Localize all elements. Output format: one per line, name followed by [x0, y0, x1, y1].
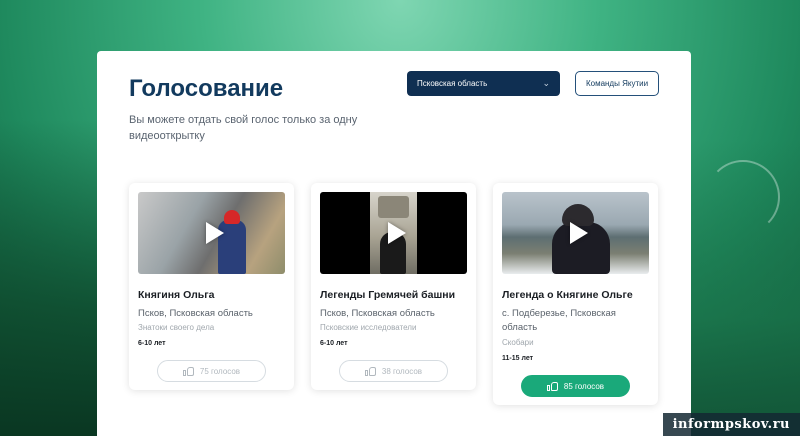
watermark: informpskov.ru: [662, 413, 800, 436]
card-age: 6-10 лет: [138, 340, 166, 347]
background-swirl: [706, 160, 780, 234]
voting-panel: Голосование Вы можете отдать свой голос …: [97, 51, 691, 436]
vote-count: 85 голосов: [563, 381, 605, 391]
card-title: Легенда о Княгине Ольге: [502, 289, 633, 301]
card-age: 11-15 лет: [502, 355, 534, 362]
card-team: Знатоки своего дела: [138, 323, 215, 332]
card-team: Скобари: [502, 338, 534, 347]
play-icon[interactable]: [387, 222, 406, 244]
page-subtitle: Вы можете отдать свой голос только за од…: [129, 114, 358, 142]
vote-button[interactable]: 38 голосов: [339, 360, 448, 382]
card-title: Княгиня Ольга: [138, 289, 215, 301]
like-icon: [364, 366, 376, 376]
vote-button[interactable]: 75 голосов: [157, 360, 266, 382]
thumbnail-hat: [224, 210, 240, 224]
vote-count: 75 голосов: [199, 366, 241, 376]
card-team: Псковские исследователи: [320, 323, 417, 332]
video-card: Легенды Гремячей башни Псков, Псковская …: [311, 183, 476, 390]
thumbnail-tower-top: [378, 196, 409, 218]
card-title: Легенды Гремячей башни: [320, 289, 456, 301]
region-select-value: Псковская область: [417, 79, 488, 88]
background-trees-left: [0, 120, 110, 436]
chevron-down-icon: ⌄: [542, 78, 550, 88]
play-icon[interactable]: [205, 222, 224, 244]
video-thumbnail[interactable]: [320, 192, 467, 274]
region-select[interactable]: Псковская область ⌄: [407, 71, 560, 96]
page-title: Голосование: [129, 75, 284, 102]
card-location: с. Подберезье, Псковская область: [502, 308, 616, 333]
vote-button-active[interactable]: 85 голосов: [521, 375, 630, 397]
like-icon: [182, 366, 194, 376]
video-thumbnail[interactable]: [138, 192, 285, 274]
card-age: 6-10 лет: [320, 340, 348, 347]
play-icon[interactable]: [569, 222, 588, 244]
team-yakutia-button[interactable]: Команды Якутии: [575, 71, 659, 96]
card-location: Псков, Псковская область: [138, 308, 253, 319]
vote-count: 38 голосов: [381, 366, 423, 376]
video-thumbnail[interactable]: [502, 192, 649, 274]
card-location: Псков, Псковская область: [320, 308, 435, 319]
like-icon: [546, 381, 558, 391]
video-card: Легенда о Княгине Ольге с. Подберезье, П…: [493, 183, 658, 405]
video-card: Княгиня Ольга Псков, Псковская область З…: [129, 183, 294, 390]
